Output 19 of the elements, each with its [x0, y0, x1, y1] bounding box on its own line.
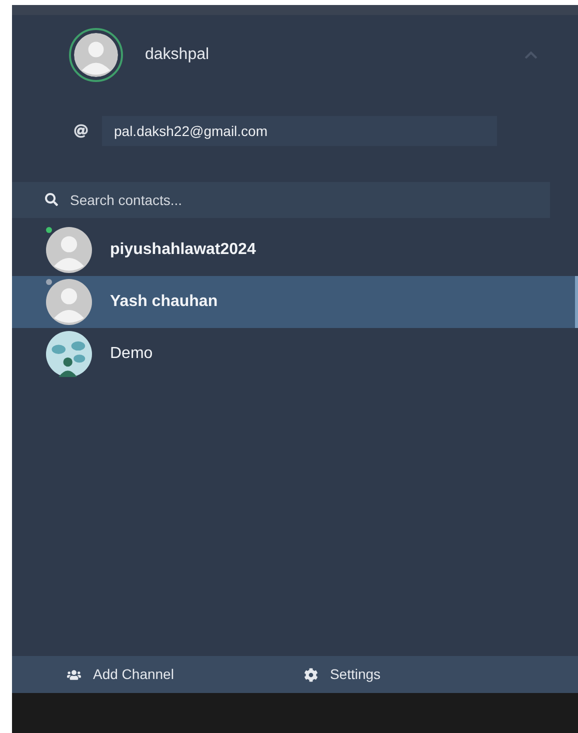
username: dakshpal — [145, 45, 210, 65]
contact-name: Demo — [110, 344, 153, 364]
contact-item[interactable]: Yash chauhan — [12, 276, 578, 328]
email-field: pal.daksh22@gmail.com — [102, 116, 497, 146]
avatar-icon — [46, 279, 92, 325]
settings-button[interactable]: Settings — [304, 664, 381, 685]
avatar-icon — [69, 28, 123, 82]
group-avatar-icon — [46, 331, 92, 377]
search-icon — [45, 193, 58, 206]
contact-item[interactable]: Demo — [12, 328, 578, 380]
avatar-icon — [46, 227, 92, 273]
users-icon — [67, 668, 81, 682]
contact-name: Yash chauhan — [110, 292, 218, 312]
settings-icon — [304, 668, 318, 682]
contact-name: piyushahlawat2024 — [110, 240, 256, 260]
search-field[interactable]: Search contacts... — [12, 182, 550, 218]
contact-item[interactable]: piyushahlawat2024 — [12, 224, 578, 276]
at-icon — [74, 124, 88, 138]
add-channel-button[interactable]: Add Channel — [67, 664, 174, 685]
